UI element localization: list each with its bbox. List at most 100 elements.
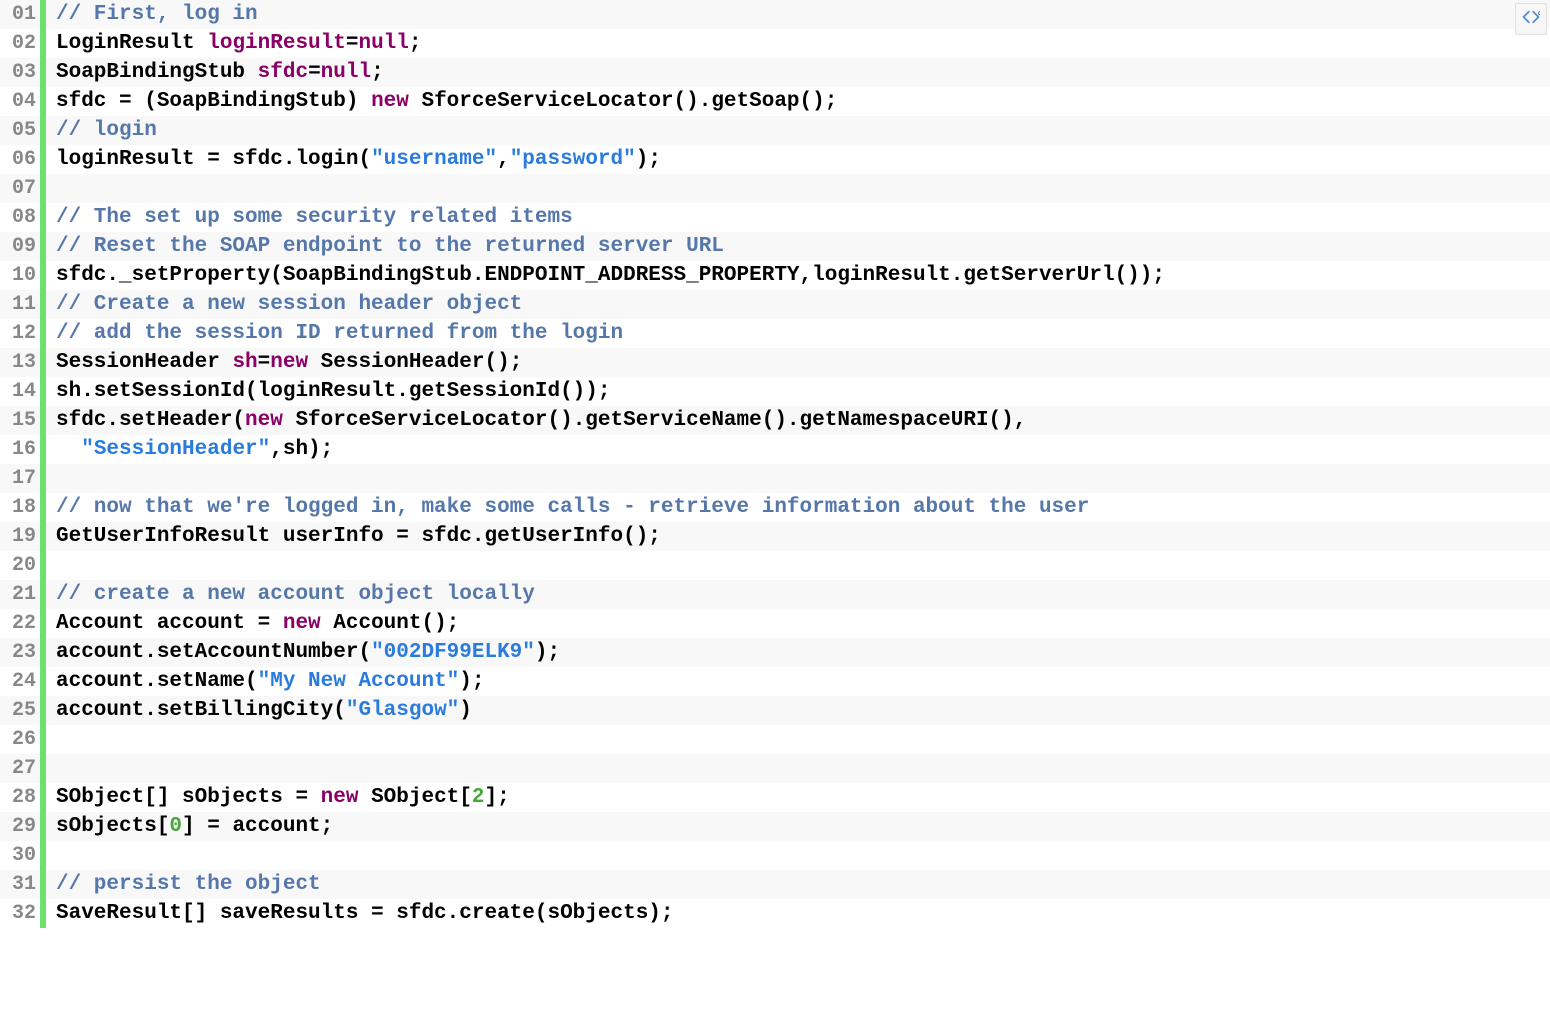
line-number: 21 [0,580,40,609]
line-gutter: 01 [0,0,46,29]
line-number: 09 [0,232,40,261]
code-token: sfdc._setProperty(SoapBindingStub.ENDPOI… [56,264,1165,287]
code-line: 13SessionHeader sh=new SessionHeader(); [0,348,1550,377]
line-gutter: 06 [0,145,46,174]
code-token: SoapBindingStub [56,61,258,84]
code-line: 06loginResult = sfdc.login("username","p… [0,145,1550,174]
code-content: // now that we're logged in, make some c… [46,493,1089,522]
code-line: 29sObjects[0] = account; [0,812,1550,841]
code-token: ); [636,148,661,171]
code-content: sfdc = (SoapBindingStub) new SforceServi… [46,87,837,116]
code-line: 12 // add the session ID returned from th… [0,319,1550,348]
code-content: // create a new account object locally [46,580,535,609]
line-number: 04 [0,87,40,116]
code-line: 03SoapBindingStub sfdc=null; [0,58,1550,87]
line-gutter: 19 [0,522,46,551]
line-gutter: 12 [0,319,46,348]
code-content: GetUserInfoResult userInfo = sfdc.getUse… [46,522,661,551]
code-token: // now that we're logged in, make some c… [56,496,1089,519]
line-gutter: 07 [0,174,46,203]
line-number: 22 [0,609,40,638]
code-token: "SessionHeader" [81,438,270,461]
line-number: 14 [0,377,40,406]
code-block: 01// First, log in02LoginResult loginRes… [0,0,1550,928]
code-content: sfdc.setHeader(new SforceServiceLocator(… [46,406,1026,435]
code-token: "002DF99ELK9" [371,641,535,664]
code-token: SessionHeader(); [308,351,522,374]
code-token: account.setAccountNumber( [56,641,371,664]
line-gutter: 21 [0,580,46,609]
code-line: 26 [0,725,1550,754]
code-token: account.setBillingCity( [56,699,346,722]
code-token: SessionHeader [56,351,232,374]
code-content: "SessionHeader",sh); [46,435,333,464]
line-number: 12 [0,319,40,348]
line-gutter: 30 [0,841,46,870]
code-content: sh.setSessionId(loginResult.getSessionId… [46,377,611,406]
line-gutter: 25 [0,696,46,725]
line-number: 02 [0,29,40,58]
code-token: new [283,612,321,635]
code-content: // login [46,116,157,145]
code-token: SforceServiceLocator().getServiceName().… [283,409,1027,432]
code-token: // add the session ID returned from the … [56,322,623,345]
code-token: ); [459,670,484,693]
line-number: 05 [0,116,40,145]
code-token: , [497,148,510,171]
line-gutter: 14 [0,377,46,406]
line-number: 28 [0,783,40,812]
code-token: = [258,351,271,374]
line-number: 06 [0,145,40,174]
line-gutter: 11 [0,290,46,319]
code-token: loginResult [207,32,346,55]
code-line: 20 [0,551,1550,580]
line-number: 17 [0,464,40,493]
code-content: // persist the object [46,870,321,899]
code-line: 10 sfdc._setProperty(SoapBindingStub.ENDP… [0,261,1550,290]
code-content: LoginResult loginResult=null; [46,29,422,58]
line-number: 30 [0,841,40,870]
code-token: ; [371,61,384,84]
line-number: 13 [0,348,40,377]
code-token: = [308,61,321,84]
code-line: 30 [0,841,1550,870]
code-token: account.setName( [56,670,258,693]
line-number: 16 [0,435,40,464]
line-number: 01 [0,0,40,29]
line-gutter: 08 [0,203,46,232]
view-source-button[interactable] [1515,3,1547,35]
code-token: sfdc [258,61,308,84]
code-line: 14sh.setSessionId(loginResult.getSession… [0,377,1550,406]
code-line: 04sfdc = (SoapBindingStub) new SforceSer… [0,87,1550,116]
line-number: 07 [0,174,40,203]
code-token: loginResult = sfdc.login( [56,148,371,171]
code-content: // Reset the SOAP endpoint to the return… [46,232,724,261]
line-number: 08 [0,203,40,232]
code-token: SaveResult[] saveResults = sfdc.create(s… [56,902,674,925]
line-gutter: 28 [0,783,46,812]
code-token: ; [409,32,422,55]
line-number: 10 [0,261,40,290]
change-marker [40,551,46,580]
code-line: 18// now that we're logged in, make some… [0,493,1550,522]
code-token: Account account = [56,612,283,635]
code-token: sfdc.setHeader( [56,409,245,432]
code-line: 21// create a new account object locally [0,580,1550,609]
line-number: 20 [0,551,40,580]
code-line: 01// First, log in [0,0,1550,29]
code-content: account.setAccountNumber("002DF99ELK9"); [46,638,560,667]
line-number: 25 [0,696,40,725]
code-content: SessionHeader sh=new SessionHeader(); [46,348,522,377]
line-gutter: 10 [0,261,46,290]
code-toggle-icon [1522,8,1540,31]
line-number: 11 [0,290,40,319]
code-line: 07 [0,174,1550,203]
code-token: SforceServiceLocator().getSoap(); [409,90,837,113]
code-token: sh [232,351,257,374]
code-token [56,438,81,461]
code-line: 24account.setName("My New Account"); [0,667,1550,696]
line-number: 24 [0,667,40,696]
code-line: 08// The set up some security related it… [0,203,1550,232]
code-token: new [270,351,308,374]
code-token: ] = account; [182,815,333,838]
